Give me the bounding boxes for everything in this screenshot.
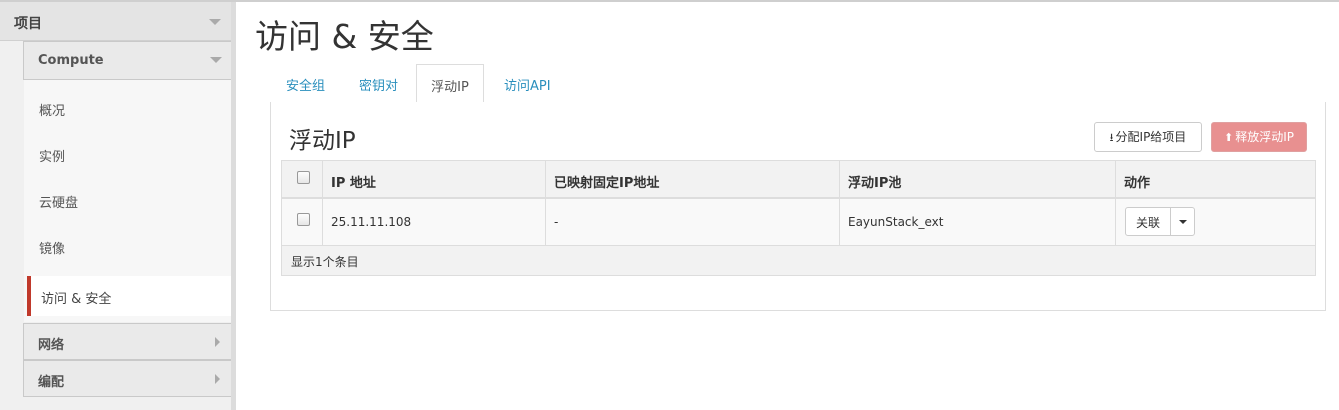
tab-security-groups[interactable]: 安全组: [286, 75, 325, 94]
chevron-right-icon: [215, 374, 220, 384]
table-row: 25.11.11.108 - EayunStack_ext 关联: [282, 199, 1315, 246]
column-header-pool[interactable]: 浮动IP池: [848, 172, 901, 191]
column-header-actions: 动作: [1124, 176, 1151, 191]
cell-pool: EayunStack_ext: [848, 215, 944, 229]
sidebar-project-label: 项目: [14, 16, 42, 32]
select-all-checkbox[interactable]: [297, 171, 310, 184]
sidebar-item-overview[interactable]: 概况: [39, 100, 65, 119]
column-header-fixed-ip[interactable]: 已映射固定IP地址: [554, 172, 659, 191]
sidebar-compute-label: Compute: [38, 53, 104, 68]
panel-title: 浮动IP: [289, 128, 356, 154]
release-floating-ip-label: 释放浮动IP: [1235, 130, 1294, 144]
item-count: 显示1个条目: [291, 255, 359, 269]
tab-floating-ips[interactable]: 浮动IP: [416, 64, 484, 103]
upload-icon: ⬆: [1224, 131, 1234, 144]
column-divider: [839, 161, 840, 245]
cell-fixed-ip: -: [554, 215, 559, 229]
sidebar-scrollbar[interactable]: [231, 2, 236, 410]
caret-down-icon[interactable]: [1179, 220, 1187, 224]
column-divider: [1115, 161, 1116, 245]
table-footer: 显示1个条目: [282, 246, 1315, 275]
column-divider: [322, 161, 323, 245]
allocate-ip-label: 分配IP给项目: [1115, 130, 1187, 144]
chevron-down-icon: [210, 57, 222, 63]
sidebar-network-panel[interactable]: 网络: [23, 323, 232, 360]
sidebar-orchestration-panel[interactable]: 编配: [23, 360, 232, 397]
row-checkbox[interactable]: [297, 213, 310, 226]
table-header: IP 地址 已映射固定IP地址 浮动IP池 动作: [282, 161, 1315, 199]
sidebar-project-header[interactable]: 项目: [0, 2, 236, 41]
tab-api-access[interactable]: 访问API: [504, 75, 551, 94]
allocate-ip-button[interactable]: ⭳ 分配IP给项目: [1094, 122, 1202, 152]
chevron-right-icon: [215, 337, 220, 347]
chevron-down-icon: [209, 19, 221, 25]
tab-floating-ips-label: 浮动IP: [431, 80, 469, 95]
sidebar-compute-panel[interactable]: Compute: [23, 41, 232, 80]
floating-ip-table: IP 地址 已映射固定IP地址 浮动IP池 动作 25.11.11.108 - …: [281, 160, 1316, 276]
page-title: 访问 & 安全: [255, 17, 434, 56]
tab-key-pairs[interactable]: 密钥对: [359, 75, 398, 94]
sidebar-orchestration-label: 编配: [38, 375, 65, 390]
button-separator: [1170, 208, 1171, 235]
sidebar-item-access-security[interactable]: 访问 & 安全: [27, 276, 240, 316]
sidebar: 项目 Compute 概况 实例 云硬盘 镜像 访问 & 安全 网络 编配: [0, 2, 240, 410]
column-header-ip[interactable]: IP 地址: [331, 172, 376, 191]
cell-ip: 25.11.11.108: [331, 215, 412, 229]
sidebar-item-volumes[interactable]: 云硬盘: [39, 192, 78, 211]
release-floating-ip-button[interactable]: ⬆ 释放浮动IP: [1211, 122, 1307, 152]
column-divider: [545, 161, 546, 245]
sidebar-item-label: 访问 & 安全: [41, 292, 112, 307]
associate-button[interactable]: 关联: [1126, 214, 1170, 231]
sidebar-item-instances[interactable]: 实例: [39, 146, 65, 165]
sidebar-item-images[interactable]: 镜像: [39, 238, 65, 257]
associate-button-group: 关联: [1125, 207, 1195, 236]
sidebar-network-label: 网络: [38, 338, 65, 353]
download-icon: ⭳: [1109, 131, 1114, 144]
